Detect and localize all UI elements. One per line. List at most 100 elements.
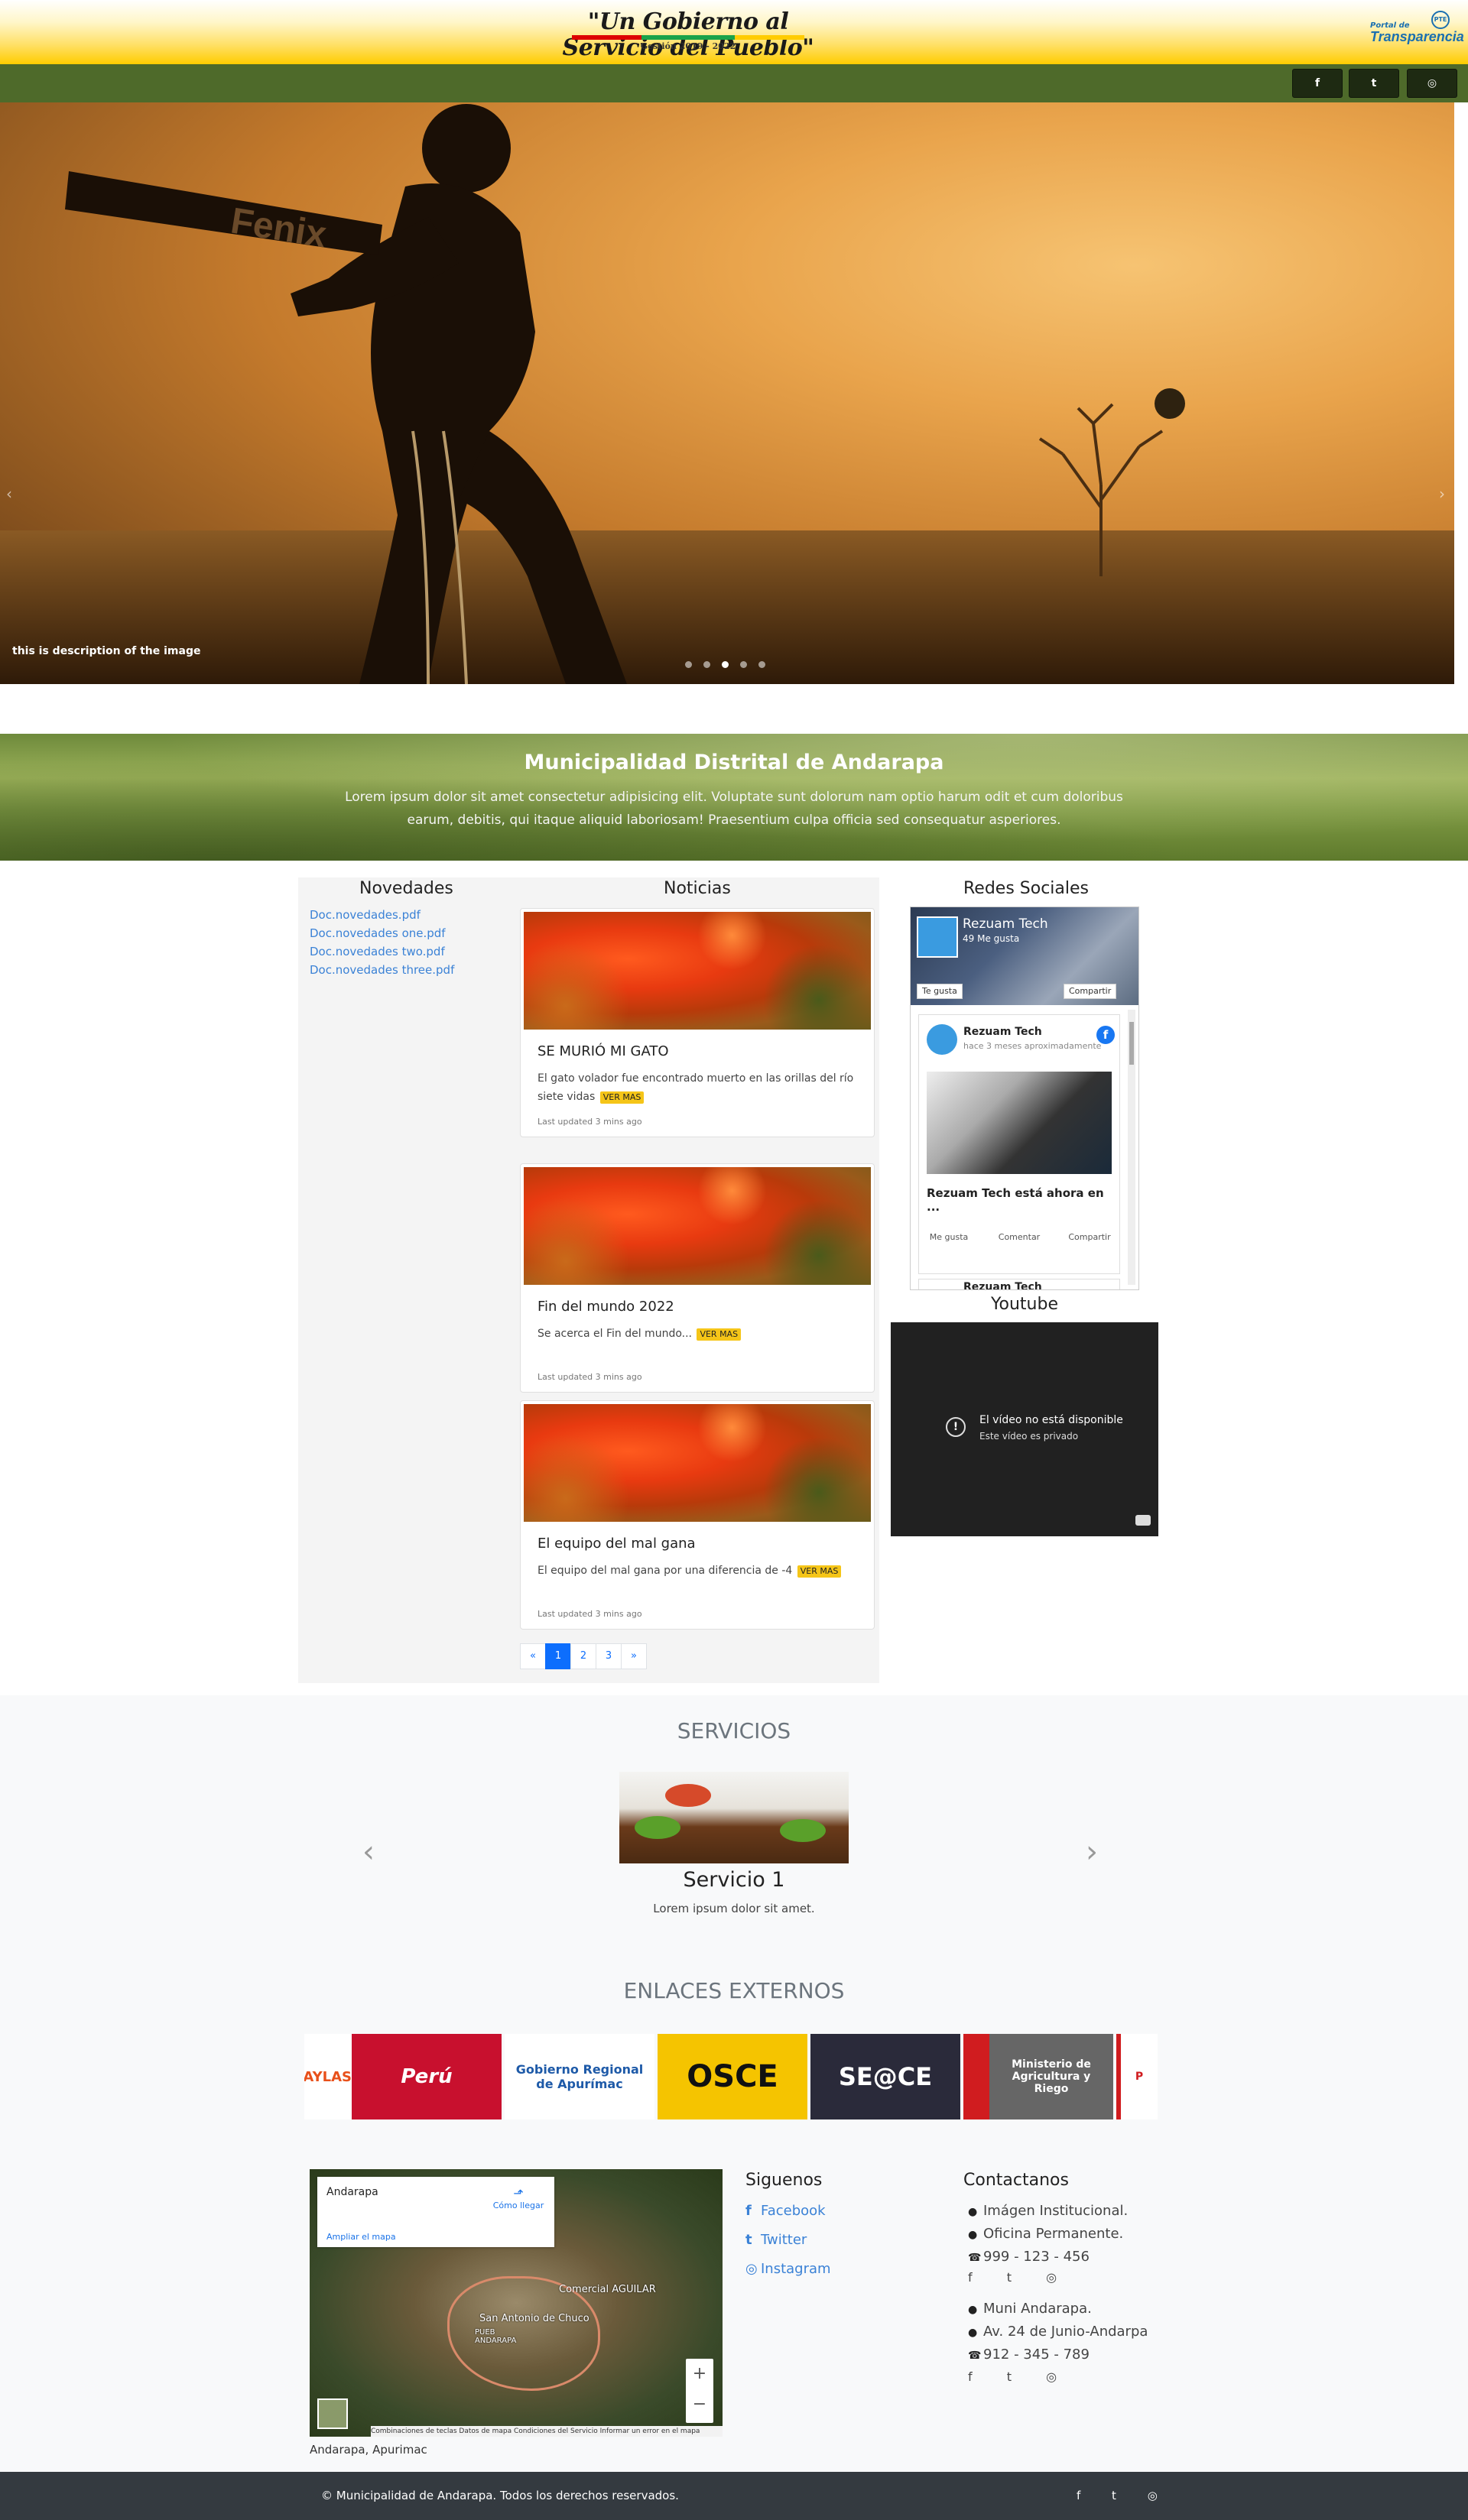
directions-icon: ⬏ — [513, 2186, 524, 2201]
contact-line: ● Oficina Permanente. — [968, 2226, 1124, 2242]
pagination-prev[interactable]: « — [520, 1643, 546, 1669]
fb-like-button[interactable]: Te gusta — [917, 984, 963, 999]
map-layer-toggle[interactable] — [317, 2398, 348, 2429]
tree-silhouette — [1038, 403, 1164, 576]
pagination-next[interactable]: » — [621, 1643, 647, 1669]
news-card[interactable]: El equipo del mal gana El equipo del mal… — [520, 1400, 875, 1630]
news-title: Fin del mundo 2022 — [538, 1299, 674, 1315]
read-more-button[interactable]: VER MAS — [599, 1091, 645, 1104]
services-prev-arrow[interactable]: ‹ — [362, 1834, 375, 1870]
twitter-button[interactable]: t — [1349, 69, 1399, 98]
pagination-page-3[interactable]: 3 — [596, 1643, 622, 1669]
indicator-4[interactable] — [740, 661, 747, 668]
top-header: "Un Gobierno al Servicio del Pueblo" Ges… — [0, 0, 1468, 64]
novedades-title: Novedades — [359, 879, 453, 898]
transparency-portal-link[interactable]: PTE Portal de Transparencia — [1361, 11, 1464, 49]
service-image[interactable] — [619, 1772, 849, 1863]
footer-social-icons[interactable]: f t ◎ — [1077, 2489, 1171, 2502]
ball — [1155, 388, 1185, 419]
hero-next-arrow[interactable]: › — [1439, 485, 1445, 503]
external-logo-link[interactable]: P — [1116, 2034, 1158, 2119]
copyright: © Municipalidad de Andarapa. Todos los d… — [321, 2489, 679, 2502]
map-caption: Andarapa, Apurimac — [310, 2443, 427, 2457]
scrollbar-thumb[interactable] — [1129, 1022, 1134, 1065]
youtube-logo-icon[interactable] — [1135, 1515, 1151, 1526]
banner-title: Municipalidad Distrital de Andarapa — [524, 751, 944, 774]
gov-logo[interactable]: "Un Gobierno al Servicio del Pueblo" Ges… — [558, 9, 818, 61]
user-icon: ● — [968, 2229, 978, 2241]
period: Gestión 2019 - 2022 — [640, 41, 736, 51]
siguenos-title: Siguenos — [745, 2171, 823, 2190]
external-logo-link[interactable]: Ministerio de Agricultura y Riego — [963, 2034, 1113, 2119]
fb-like-action[interactable]: Me gusta — [922, 1232, 976, 1242]
facebook-button[interactable]: f — [1292, 69, 1343, 98]
footer-twitter-link[interactable]: t Twitter — [745, 2232, 807, 2248]
redes-title: Redes Sociales — [963, 879, 1090, 898]
contact-line: ☎ 912 - 345 - 789 — [968, 2346, 1090, 2363]
contact-social-icons[interactable]: f t ◎ — [968, 2270, 1072, 2285]
fb-page-logo[interactable] — [917, 916, 958, 958]
error-icon: ! — [946, 1417, 966, 1437]
map-label: PUEB ANDARAPA — [475, 2328, 517, 2345]
news-card[interactable]: Fin del mundo 2022 Se acerca el Fin del … — [520, 1163, 875, 1393]
hero-carousel[interactable]: Fenix ‹ › this is description of the ima… — [0, 102, 1454, 684]
external-logo-link[interactable]: Perú — [352, 2034, 502, 2119]
news-card[interactable]: SE MURIÓ MI GATO El gato volador fue enc… — [520, 908, 875, 1137]
fb-comment-action[interactable]: Comentar — [992, 1232, 1046, 1242]
fb-share-button[interactable]: Compartir — [1064, 984, 1117, 999]
facebook-widget[interactable]: Rezuam Tech 49 Me gusta Te gusta Compart… — [910, 906, 1139, 1290]
external-logo-link[interactable]: SE@CE — [810, 2034, 960, 2119]
services-next-arrow[interactable]: › — [1086, 1834, 1098, 1870]
pagination-page-2[interactable]: 2 — [570, 1643, 596, 1669]
google-map[interactable]: Andarapa ⬏ Cómo llegar Ampliar el mapa Co… — [310, 2169, 723, 2437]
map-label: Comercial AGUILAR — [559, 2284, 656, 2295]
news-image — [524, 1404, 871, 1522]
youtube-title: Youtube — [991, 1295, 1058, 1314]
fb-post-author[interactable]: Rezuam Tech — [963, 1026, 1042, 1038]
novedades-link[interactable]: Doc.novedades three.pdf — [310, 963, 454, 977]
novedades-link[interactable]: Doc.novedades.pdf — [310, 908, 421, 922]
novedades-link[interactable]: Doc.novedades one.pdf — [310, 926, 446, 940]
novedades-link[interactable]: Doc.novedades two.pdf — [310, 945, 445, 958]
fb-post[interactable]: Rezuam Tech hace 3 meses aproximadamente… — [918, 1014, 1120, 1274]
news-text: Se acerca el Fin del mundo... VER MAS — [538, 1325, 859, 1343]
map-zoom-control[interactable]: + − — [686, 2359, 713, 2423]
footer-instagram-link[interactable]: ◎ Instagram — [745, 2261, 831, 2277]
fb-cover: Rezuam Tech 49 Me gusta Te gusta Compart… — [911, 907, 1138, 1005]
batter-silhouette: Fenix — [65, 104, 627, 684]
transparency-badge: PTE — [1431, 11, 1450, 29]
fb-post-time: hace 3 meses aproximadamente — [963, 1041, 1102, 1051]
read-more-button[interactable]: VER MAS — [697, 1328, 742, 1341]
indicator-2[interactable] — [703, 661, 710, 668]
external-logo-link[interactable]: AYLAS — [304, 2034, 352, 2119]
contact-social-icons[interactable]: f t ◎ — [968, 2369, 1072, 2384]
directions-link[interactable]: ⬏ Cómo llegar — [492, 2186, 545, 2210]
footer-facebook-link[interactable]: f Facebook — [745, 2203, 826, 2219]
fb-share-action[interactable]: Compartir — [1063, 1232, 1116, 1242]
user-icon: ● — [968, 2304, 978, 2316]
fb-post-next[interactable]: Rezuam Tech — [918, 1279, 1120, 1290]
youtube-player[interactable]: ! El vídeo no está disponible Este vídeo… — [891, 1322, 1158, 1536]
instagram-button[interactable]: ◎ — [1407, 69, 1457, 98]
flag-underline — [572, 35, 804, 40]
hero-prev-arrow[interactable]: ‹ — [6, 485, 12, 503]
external-logo-link[interactable]: OSCE — [658, 2034, 807, 2119]
enlarge-map-link[interactable]: Ampliar el mapa — [326, 2232, 396, 2242]
read-more-button[interactable]: VER MAS — [797, 1565, 842, 1578]
footer-bar: © Municipalidad de Andarapa. Todos los d… — [0, 2472, 1468, 2520]
service-name: Servicio 1 — [683, 1868, 785, 1892]
indicator-3[interactable] — [722, 661, 729, 668]
fb-page-name[interactable]: Rezuam Tech — [963, 916, 1048, 932]
pagination-page-1[interactable]: 1 — [545, 1643, 571, 1669]
external-logo-link[interactable]: Gobierno Regional de Apurímac — [505, 2034, 654, 2119]
news-text: El equipo del mal gana por una diferenci… — [538, 1562, 859, 1580]
noticias-title: Noticias — [664, 879, 731, 898]
map-attribution[interactable]: Combinaciones de teclas Datos de mapa Co… — [371, 2426, 723, 2437]
phone-icon: ☎ — [968, 2252, 982, 2264]
user-icon: ● — [968, 2327, 978, 2339]
fb-next-author: Rezuam Tech — [963, 1281, 1042, 1290]
news-time: Last updated 3 mins ago — [538, 1117, 642, 1127]
indicator-1[interactable] — [685, 661, 692, 668]
fb-post-image[interactable] — [927, 1072, 1112, 1174]
indicator-5[interactable] — [758, 661, 765, 668]
